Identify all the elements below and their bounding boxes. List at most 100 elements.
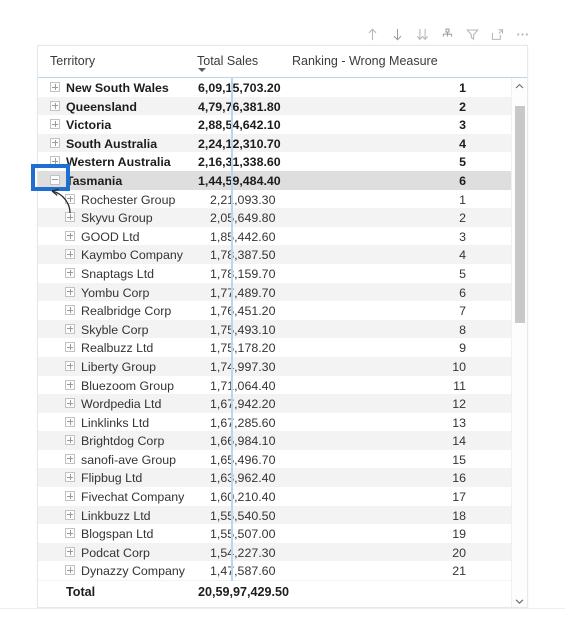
cell-ranking: 6 xyxy=(459,173,466,188)
cell-ranking: 4 xyxy=(459,136,466,151)
table-row[interactable]: Western Australia 2,16,31,338.60 5 xyxy=(38,152,527,171)
focus-mode-icon[interactable] xyxy=(489,26,505,42)
table-row[interactable]: Wordpedia Ltd 1,67,942.20 12 xyxy=(38,394,527,413)
expand-row-icon[interactable] xyxy=(65,360,75,371)
vertical-scrollbar[interactable] xyxy=(511,78,527,607)
table-row[interactable]: Linkbuzz Ltd 1,55,540.50 18 xyxy=(38,505,527,525)
table-row[interactable]: Bluezoom Group 1,71,064.40 11 xyxy=(38,376,527,395)
cell-territory: Wordpedia Ltd xyxy=(81,397,162,412)
table-row[interactable]: Tasmania 1,44,59,484.40 6 xyxy=(38,170,527,190)
cell-ranking: 16 xyxy=(452,471,466,486)
table-row[interactable]: Skyvu Group 2,05,649.80 2 xyxy=(38,208,527,227)
drill-down-icon[interactable] xyxy=(389,26,405,42)
expand-row-icon[interactable] xyxy=(65,249,75,260)
table-row[interactable]: Skyble Corp 1,75,493.10 8 xyxy=(38,319,527,339)
table-row[interactable]: Queensland 4,79,76,381.80 2 xyxy=(38,96,527,116)
cell-ranking: 13 xyxy=(452,415,466,430)
cell-total-sales: 1,67,285.60 xyxy=(210,415,276,430)
table-row[interactable]: Realbridge Corp 1,76,451.20 7 xyxy=(38,301,527,320)
table-row[interactable]: Flipbug Ltd 1,63,962.40 16 xyxy=(38,468,527,488)
expand-row-icon[interactable] xyxy=(65,193,75,204)
expand-row-icon[interactable] xyxy=(50,137,60,148)
expand-row-icon[interactable] xyxy=(65,528,75,539)
cell-total-sales: 2,88,54,642.10 xyxy=(198,118,281,133)
table-row[interactable]: Linklinks Ltd 1,67,285.60 13 xyxy=(38,413,527,432)
column-header-total-sales[interactable]: Total Sales xyxy=(197,54,258,68)
matrix-rows[interactable]: New South Wales 6,09,15,703.20 1 Queensland… xyxy=(38,78,527,583)
expand-row-icon[interactable] xyxy=(65,398,75,409)
expand-row-icon[interactable] xyxy=(65,230,75,241)
filter-icon[interactable] xyxy=(464,26,480,42)
expand-row-icon[interactable] xyxy=(65,416,75,427)
more-options-icon[interactable] xyxy=(514,26,530,42)
expand-row-icon[interactable] xyxy=(65,491,75,502)
expand-row-icon[interactable] xyxy=(65,546,75,557)
cell-territory: sanofi-ave Group xyxy=(81,452,177,467)
cell-ranking: 6 xyxy=(459,285,466,300)
table-row[interactable]: Fivechat Company 1,60,210.40 17 xyxy=(38,487,527,506)
table-row[interactable]: Brightdog Corp 1,66,984.10 14 xyxy=(38,431,527,450)
cell-territory: Tasmania xyxy=(66,173,123,188)
table-row[interactable]: Kaymbo Company 1,78,387.50 4 xyxy=(38,245,527,264)
table-row[interactable]: Snaptags Ltd 1,78,159.70 5 xyxy=(38,264,527,283)
table-row[interactable]: Realbuzz Ltd 1,75,178.20 9 xyxy=(38,338,527,357)
expand-all-icon[interactable] xyxy=(414,26,430,42)
table-row[interactable]: Podcat Corp 1,54,227.30 20 xyxy=(38,542,527,562)
table-row[interactable]: GOOD Ltd 1,85,442.60 3 xyxy=(38,227,527,246)
expand-row-icon[interactable] xyxy=(65,509,75,520)
cell-territory: Liberty Group xyxy=(81,359,157,374)
cell-total-sales: 1,44,59,484.40 xyxy=(198,173,281,188)
chevron-down-icon[interactable] xyxy=(512,593,527,607)
table-row[interactable]: Rochester Group 2,21,093.30 1 xyxy=(38,190,527,209)
table-row[interactable]: Yombu Corp 1,77,489.70 6 xyxy=(38,282,527,302)
expand-row-icon[interactable] xyxy=(65,435,75,446)
cell-ranking: 18 xyxy=(452,508,466,523)
vertical-scroll-thumb[interactable] xyxy=(514,106,525,323)
collapse-row-icon[interactable] xyxy=(50,174,60,185)
column-header-ranking[interactable]: Ranking - Wrong Measure xyxy=(292,54,438,68)
expand-row-icon[interactable] xyxy=(65,453,75,464)
table-row[interactable]: South Australia 2,24,12,310.70 4 xyxy=(38,133,527,153)
cell-ranking: 14 xyxy=(452,434,466,449)
sort-descending-icon[interactable] xyxy=(198,68,206,72)
expand-row-icon[interactable] xyxy=(65,565,75,576)
table-row[interactable]: Victoria 2,88,54,642.10 3 xyxy=(38,115,527,134)
expand-row-icon[interactable] xyxy=(50,156,60,167)
expand-row-icon[interactable] xyxy=(65,267,75,278)
table-row[interactable]: Blogspan Ltd 1,55,507.00 19 xyxy=(38,524,527,543)
expand-row-icon[interactable] xyxy=(50,119,60,130)
expand-row-icon[interactable] xyxy=(65,342,75,353)
table-row[interactable]: sanofi-ave Group 1,65,496.70 15 xyxy=(38,450,527,469)
cell-territory: Snaptags Ltd xyxy=(81,266,155,281)
expand-row-icon[interactable] xyxy=(65,472,75,483)
cell-territory: Podcat Corp xyxy=(81,545,150,560)
expand-row-icon[interactable] xyxy=(50,82,60,92)
cell-territory: Kaymbo Company xyxy=(81,248,183,263)
chevron-up-icon[interactable] xyxy=(512,78,527,94)
expand-row-icon[interactable] xyxy=(65,379,75,390)
cell-total-sales: 1,78,387.50 xyxy=(210,248,276,263)
visual-header-toolbar xyxy=(355,23,530,45)
cell-ranking: 4 xyxy=(459,248,466,263)
expand-row-icon[interactable] xyxy=(65,305,75,316)
cell-territory: Realbridge Corp xyxy=(81,304,172,319)
table-row[interactable]: Dynazzy Company 1,47,587.60 21 xyxy=(38,561,527,580)
cell-total-sales: 2,21,093.30 xyxy=(210,192,276,207)
cell-territory: GOOD Ltd xyxy=(81,229,140,244)
drill-up-icon[interactable] xyxy=(364,26,380,42)
drill-mode-icon[interactable] xyxy=(439,26,455,42)
expand-row-icon[interactable] xyxy=(65,212,75,223)
expand-row-icon[interactable] xyxy=(65,323,75,334)
cell-territory: South Australia xyxy=(66,136,158,151)
table-row[interactable]: Liberty Group 1,74,997.30 10 xyxy=(38,356,527,376)
cell-total-sales: 1,65,496.70 xyxy=(210,452,276,467)
cell-ranking: 8 xyxy=(459,322,466,337)
cell-total-sales: 1,71,064.40 xyxy=(210,378,276,393)
expand-row-icon[interactable] xyxy=(50,100,60,111)
cell-territory: Skyble Corp xyxy=(81,322,149,337)
column-header-territory[interactable]: Territory xyxy=(50,54,95,68)
expand-row-icon[interactable] xyxy=(65,286,75,297)
table-row[interactable]: New South Wales 6,09,15,703.20 1 xyxy=(38,78,527,97)
page-bottom-edge xyxy=(0,608,565,617)
cell-ranking: 1 xyxy=(459,81,466,95)
